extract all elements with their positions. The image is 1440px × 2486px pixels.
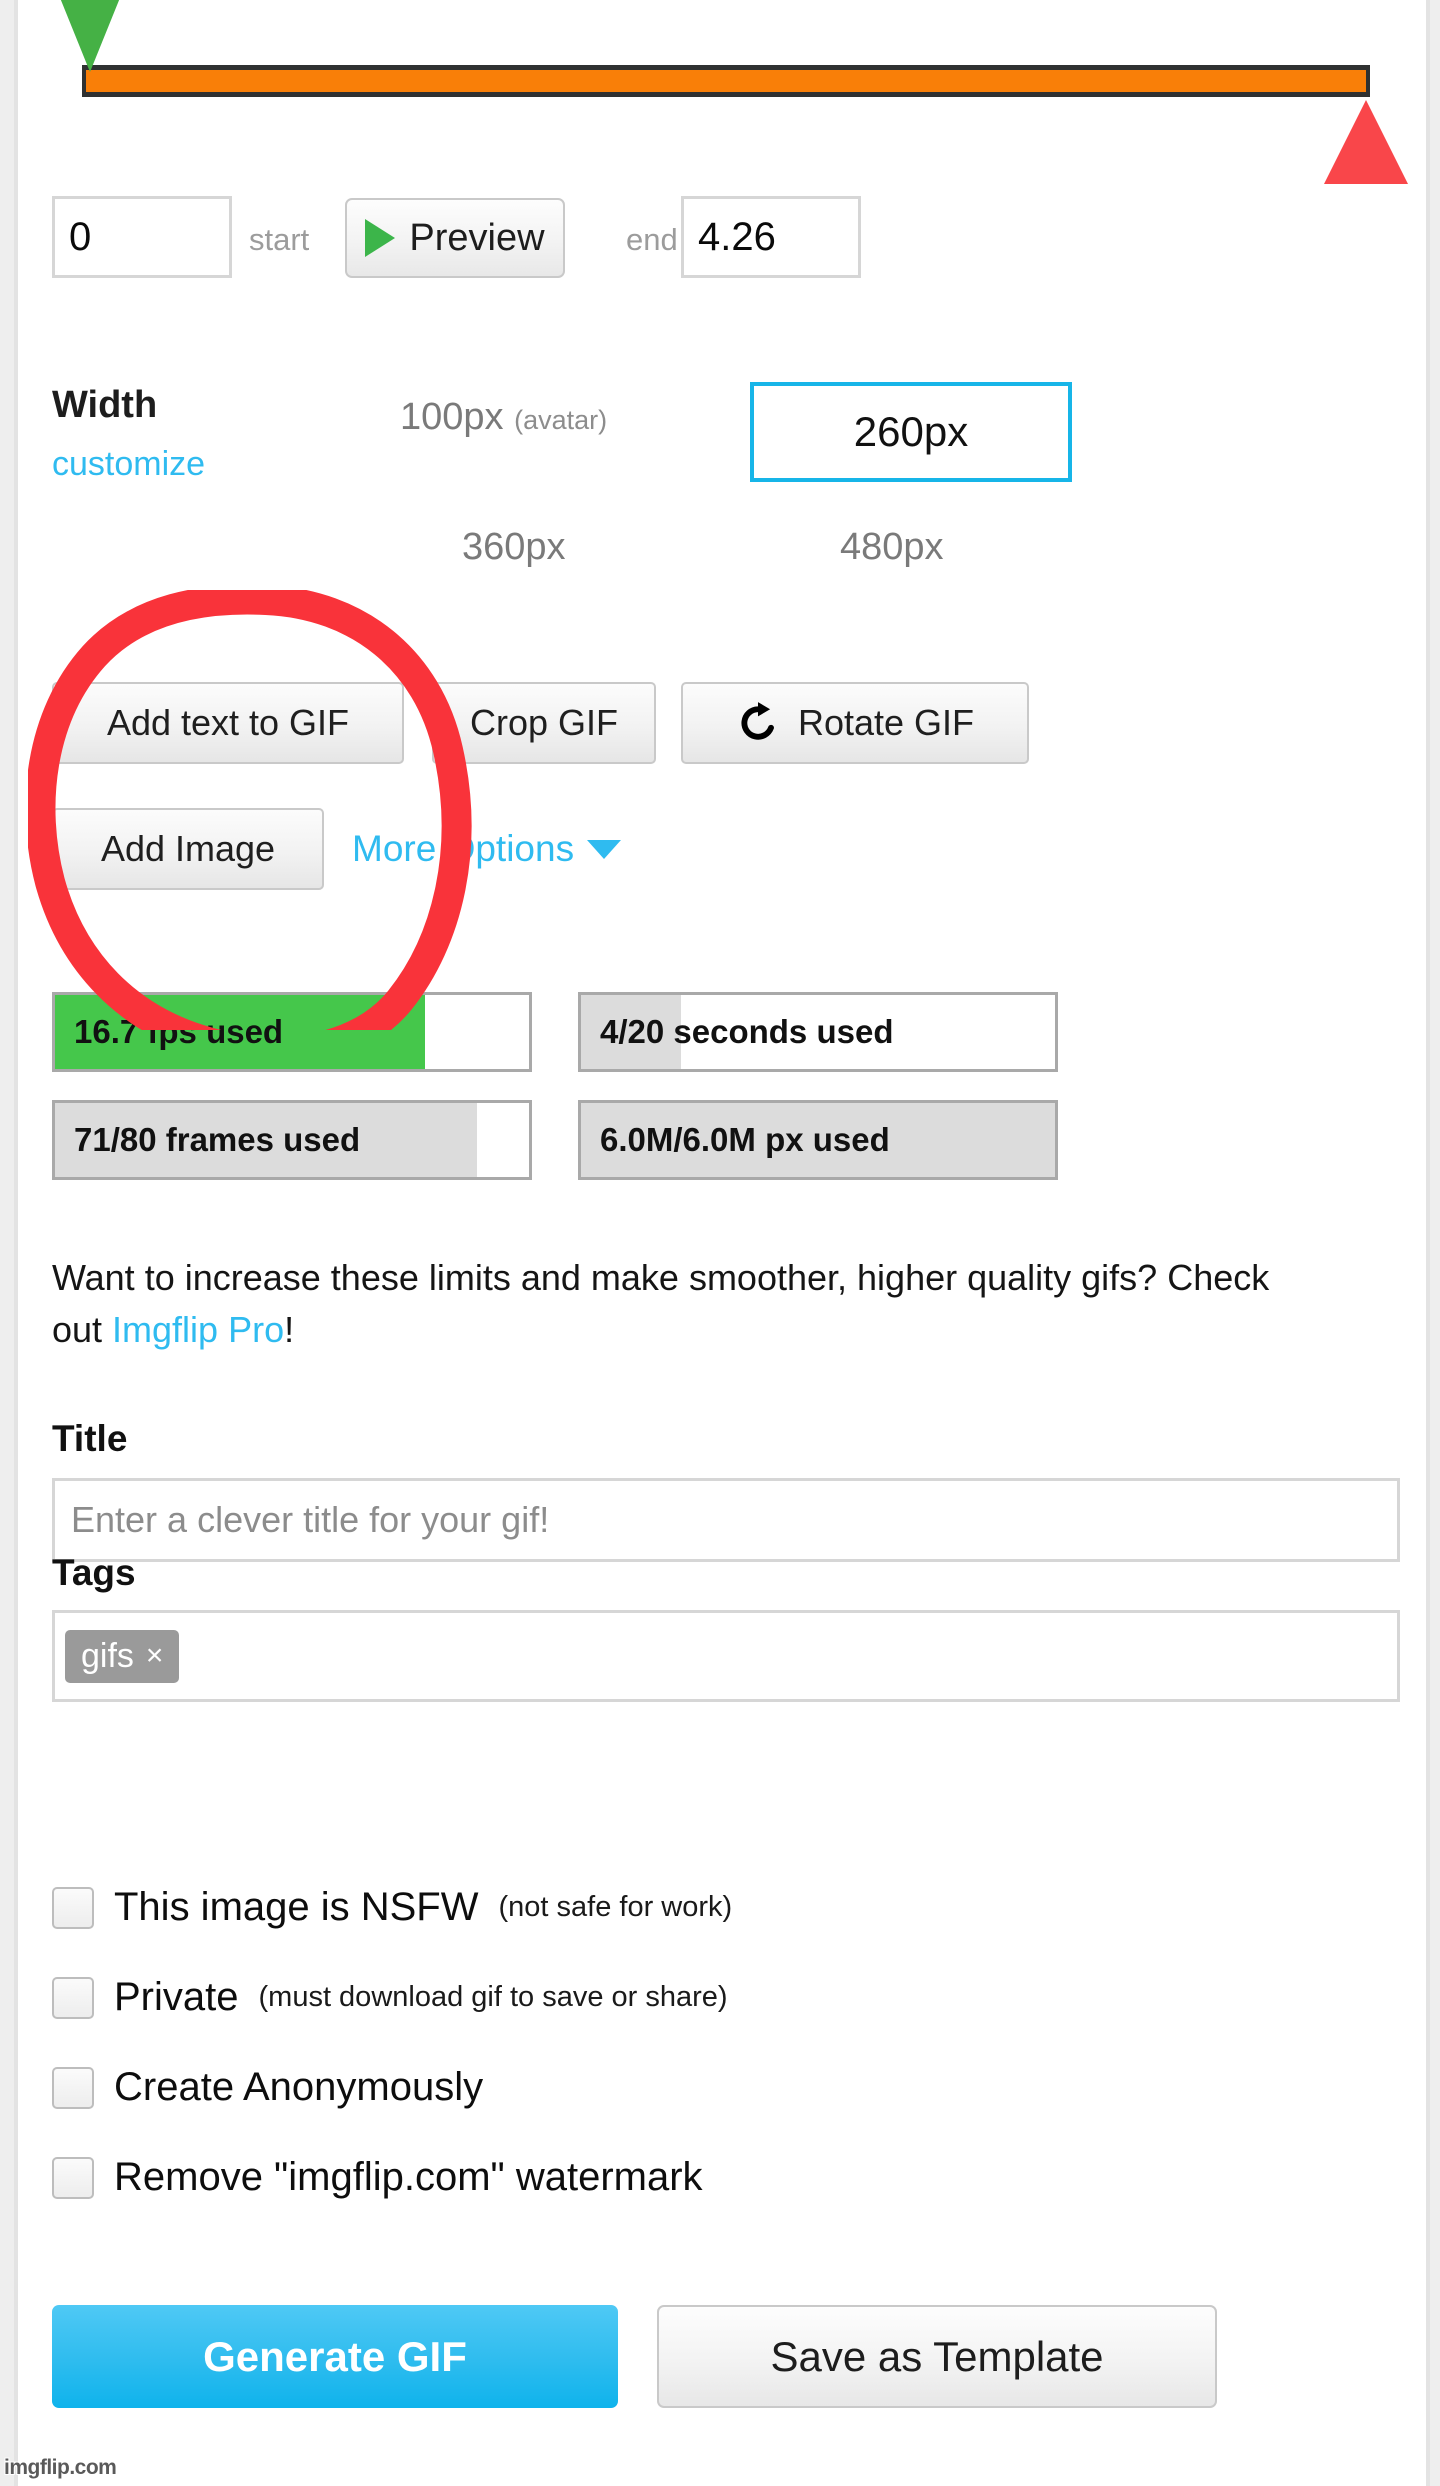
checkbox-private[interactable] bbox=[52, 1976, 94, 2019]
end-time-label: end bbox=[626, 222, 678, 257]
checkbox-nsfw-sublabel: (not safe for work) bbox=[498, 1891, 733, 1923]
pro-upsell-text: Want to increase these limits and make s… bbox=[52, 1252, 1292, 1356]
checkbox-row-private[interactable]: Private (must download gif to save or sh… bbox=[52, 1975, 728, 2020]
title-field-label: Title bbox=[52, 1418, 128, 1459]
play-icon bbox=[365, 219, 396, 257]
width-option-480px[interactable]: 480px bbox=[840, 526, 944, 569]
timeline-selection-range bbox=[86, 70, 1366, 92]
timeline-bar[interactable] bbox=[82, 65, 1370, 97]
checkbox-watermark[interactable] bbox=[52, 2156, 94, 2199]
tag-chip-label: gifs bbox=[81, 1636, 134, 1675]
width-option-100px[interactable]: 100px (avatar) bbox=[400, 396, 607, 439]
checkbox-anonymous-label: Create Anonymously bbox=[114, 2065, 484, 2109]
checkbox-anonymous[interactable] bbox=[52, 2066, 94, 2109]
page-gutter-right bbox=[1426, 0, 1440, 2486]
timeline[interactable] bbox=[22, 0, 1422, 190]
stat-seconds: 4/20 seconds used bbox=[578, 992, 1058, 1072]
tags-input[interactable]: gifs × bbox=[52, 1610, 1400, 1702]
start-time-label: start bbox=[249, 222, 310, 257]
checkbox-row-nsfw[interactable]: This image is NSFW (not safe for work) bbox=[52, 1885, 732, 1930]
rotate-gif-button[interactable]: Rotate GIF bbox=[681, 682, 1029, 764]
more-options-label: More Options bbox=[352, 828, 575, 869]
width-heading: Width bbox=[52, 384, 158, 426]
checkbox-nsfw[interactable] bbox=[52, 1886, 94, 1929]
stat-frames: 71/80 frames used bbox=[52, 1100, 532, 1180]
stat-pixels: 6.0M/6.0M px used bbox=[578, 1100, 1058, 1180]
rotate-icon bbox=[736, 701, 780, 745]
imgflip-watermark: imgflip.com bbox=[4, 2456, 117, 2479]
imgflip-pro-link[interactable]: Imgflip Pro bbox=[112, 1309, 284, 1350]
tags-field-label: Tags bbox=[52, 1552, 136, 1593]
checkbox-private-label: Private bbox=[114, 1975, 239, 2019]
checkbox-watermark-label: Remove "imgflip.com" watermark bbox=[114, 2155, 703, 2199]
crop-gif-button[interactable]: Crop GIF bbox=[432, 682, 656, 764]
width-option-100px-label: 100px bbox=[400, 396, 504, 438]
tag-remove-icon[interactable]: × bbox=[146, 1639, 164, 1673]
generate-gif-button[interactable]: Generate GIF bbox=[52, 2305, 618, 2408]
stat-fps-label: 16.7 fps used bbox=[74, 1013, 284, 1050]
preview-button-label: Preview bbox=[409, 216, 545, 259]
timeline-end-handle-icon[interactable] bbox=[1324, 100, 1408, 184]
preview-button[interactable]: Preview bbox=[345, 198, 565, 278]
width-customize-link[interactable]: customize bbox=[52, 445, 205, 484]
gif-editor-panel: 0 start Preview end 4.26 Width customize… bbox=[22, 0, 1422, 2486]
add-text-to-gif-button[interactable]: Add text to GIF bbox=[52, 682, 404, 764]
stat-frames-label: 71/80 frames used bbox=[74, 1121, 361, 1158]
stat-fps: 16.7 fps used bbox=[52, 992, 532, 1072]
page-gutter-left bbox=[0, 0, 18, 2486]
checkbox-row-watermark[interactable]: Remove "imgflip.com" watermark bbox=[52, 2155, 703, 2200]
end-time-input[interactable]: 4.26 bbox=[681, 196, 861, 278]
trim-controls: 0 start Preview end 4.26 bbox=[22, 196, 1422, 296]
stat-pixels-label: 6.0M/6.0M px used bbox=[600, 1121, 890, 1158]
title-input[interactable] bbox=[52, 1478, 1400, 1562]
width-option-100px-sub: (avatar) bbox=[514, 405, 608, 435]
timeline-start-handle-icon[interactable] bbox=[52, 0, 128, 72]
checkbox-row-anonymous[interactable]: Create Anonymously bbox=[52, 2065, 483, 2110]
more-options-toggle[interactable]: More Options bbox=[352, 828, 622, 870]
add-image-button[interactable]: Add Image bbox=[52, 808, 324, 890]
stat-seconds-label: 4/20 seconds used bbox=[600, 1013, 894, 1050]
width-section: Width customize 100px (avatar) 260px 360… bbox=[22, 370, 1422, 590]
rotate-gif-label: Rotate GIF bbox=[797, 702, 975, 743]
chevron-down-icon bbox=[587, 839, 622, 859]
width-option-260px-selected[interactable]: 260px bbox=[750, 382, 1072, 482]
start-time-input[interactable]: 0 bbox=[52, 196, 232, 278]
pro-upsell-text-after: ! bbox=[284, 1309, 295, 1351]
checkbox-private-sublabel: (must download gif to save or share) bbox=[258, 1981, 728, 2013]
width-option-360px[interactable]: 360px bbox=[462, 526, 566, 569]
checkbox-nsfw-label: This image is NSFW bbox=[114, 1885, 479, 1929]
save-as-template-button[interactable]: Save as Template bbox=[657, 2305, 1217, 2408]
tag-chip-gifs[interactable]: gifs × bbox=[65, 1629, 180, 1683]
